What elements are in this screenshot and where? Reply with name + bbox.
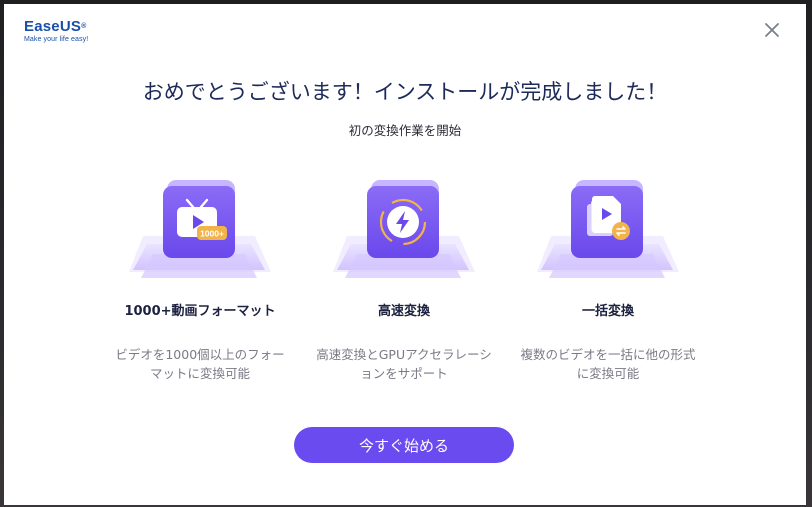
logo-tagline: Make your life easy! bbox=[24, 36, 89, 43]
easeus-logo: EaseUS® Make your life easy! bbox=[24, 18, 89, 44]
feature-fast-convert: 高速変換 高速変換とGPUアクセラレーシ ョンをサポート bbox=[304, 174, 504, 383]
logo-wordmark: EaseUS® bbox=[24, 18, 87, 35]
feature-formats-title: 1000+動画フォーマット bbox=[124, 304, 276, 319]
feature-fast-convert-title: 高速変換 bbox=[377, 304, 430, 319]
formats-illustration: 1000+ bbox=[125, 174, 275, 284]
feature-formats: 1000+ 1000+動画フォーマット ビデオを1000個以上のフォー マットに… bbox=[100, 174, 300, 383]
dialog-title: おめでとうございます！インストールが完成しました！ bbox=[142, 80, 668, 104]
formats-badge: 1000+ bbox=[200, 229, 224, 239]
close-button[interactable] bbox=[764, 22, 780, 38]
feature-fast-convert-desc: 高速変換とGPUアクセラレーシ ョンをサポート bbox=[316, 347, 492, 381]
close-icon bbox=[765, 23, 779, 37]
fast-convert-illustration bbox=[329, 174, 479, 284]
feature-batch-convert-desc: 複数のビデオを一括に他の形式 に変換可能 bbox=[520, 347, 696, 381]
batch-convert-illustration bbox=[533, 174, 683, 284]
dialog-subtitle: 初の変換作業を開始 bbox=[348, 123, 462, 138]
feature-formats-desc: ビデオを1000個以上のフォー マットに変換可能 bbox=[115, 347, 285, 381]
start-now-button[interactable]: 今すぐ始める bbox=[294, 427, 514, 463]
feature-batch-convert: 一括変換 複数のビデオを一括に他の形式 に変換可能 bbox=[508, 174, 708, 383]
install-complete-dialog: EaseUS® Make your life easy! おめでとうございます！… bbox=[4, 4, 806, 505]
feature-batch-convert-title: 一括変換 bbox=[581, 304, 634, 319]
